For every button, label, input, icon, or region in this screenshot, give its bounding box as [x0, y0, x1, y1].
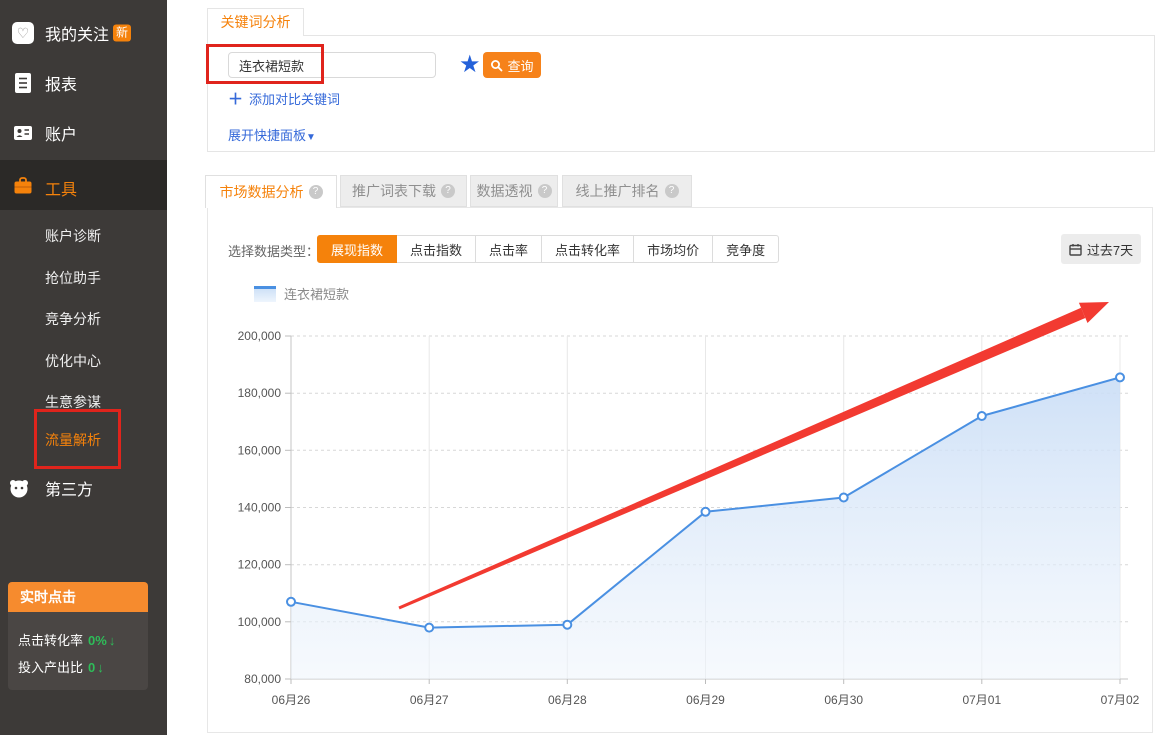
y-axis-label: 100,000 — [238, 615, 282, 629]
data-point — [978, 412, 986, 420]
data-type-ctr[interactable]: 点击率 — [475, 235, 542, 263]
tab-online-promo-ranking[interactable]: 线上推广排名? — [562, 175, 692, 207]
y-axis-label: 180,000 — [238, 386, 282, 400]
data-point — [425, 624, 433, 632]
tab-label: 数据透视 — [477, 181, 533, 201]
calendar-icon — [1069, 243, 1082, 256]
x-axis-label: 06月30 — [824, 693, 863, 707]
sidebar-subitem-rank-assistant[interactable]: 抢位助手 — [45, 268, 101, 288]
data-type-label: 选择数据类型： — [228, 241, 319, 260]
briefcase-icon — [12, 174, 34, 196]
help-icon[interactable]: ? — [538, 184, 552, 198]
sidebar-item-label: 报表 — [45, 71, 77, 95]
trend-arrow-head — [1079, 302, 1109, 323]
y-axis-label: 80,000 — [244, 672, 281, 686]
realtime-panel-title: 实时点击 — [8, 582, 148, 612]
metric-value: 0% — [88, 633, 107, 648]
data-point — [840, 494, 848, 502]
report-icon — [12, 72, 34, 94]
sidebar-item-my-follow[interactable]: ♡ 我的关注 新 — [0, 18, 167, 48]
help-icon[interactable]: ? — [441, 184, 455, 198]
data-point — [563, 621, 571, 629]
x-axis-label: 07月01 — [962, 693, 1001, 707]
tab-label: 推广词表下载 — [352, 181, 436, 201]
tab-market-data-analysis[interactable]: 市场数据分析? — [205, 175, 337, 208]
date-range-button[interactable]: 过去7天 — [1061, 234, 1141, 264]
realtime-row-roi: 投入产出比 0↓ — [18, 657, 138, 676]
help-icon[interactable]: ? — [309, 185, 323, 199]
tab-label: 市场数据分析 — [220, 182, 304, 202]
data-type-click-index[interactable]: 点击指数 — [396, 235, 476, 263]
y-axis-label: 160,000 — [238, 443, 282, 457]
caret-down-icon: ▼ — [306, 132, 316, 143]
sidebar-item-label: 第三方 — [45, 476, 93, 500]
x-axis-label: 06月29 — [686, 693, 725, 707]
x-axis-label: 06月26 — [272, 693, 311, 707]
sidebar-item-label: 我的关注 — [45, 21, 109, 45]
metric-label: 投入产出比 — [18, 660, 83, 675]
metric-label: 点击转化率 — [18, 633, 83, 648]
search-icon — [490, 59, 503, 72]
sidebar-item-tools[interactable]: 工具 — [0, 160, 167, 210]
add-compare-keyword-link[interactable]: ＋ 添加对比关键词 — [228, 88, 340, 109]
plus-icon: ＋ — [228, 91, 243, 108]
tab-promo-wordlist-download[interactable]: 推广词表下载? — [340, 175, 467, 207]
tab-label: 线上推广排名 — [576, 181, 660, 201]
realtime-panel-body: 点击转化率0%↓ 投入产出比0↓ — [8, 612, 148, 690]
x-axis-label: 06月27 — [410, 693, 449, 707]
sidebar-subitem-traffic-analysis[interactable]: 流量解析 — [45, 430, 101, 450]
account-card-icon — [12, 122, 34, 144]
data-type-button-group: 展现指数 点击指数 点击率 点击转化率 市场均价 竞争度 — [317, 235, 779, 263]
data-type-market-avg-price[interactable]: 市场均价 — [633, 235, 713, 263]
favorite-star-icon[interactable]: ★ — [459, 50, 481, 79]
sidebar-item-third-party[interactable]: 第三方 — [0, 473, 167, 503]
realtime-click-panel: 实时点击 点击转化率0%↓ 投入产出比0↓ — [8, 582, 148, 690]
date-range-label: 过去7天 — [1087, 240, 1133, 259]
tab-keyword-analysis[interactable]: 关键词分析 — [207, 8, 304, 36]
new-badge: 新 — [113, 25, 131, 42]
expand-quick-panel-label: 展开快捷面板 — [228, 128, 306, 143]
x-axis-label: 07月02 — [1101, 693, 1140, 707]
third-party-icon — [8, 477, 30, 499]
trend-down-icon: ↓ — [109, 633, 116, 648]
data-point — [702, 508, 710, 516]
data-type-impression-index[interactable]: 展现指数 — [317, 235, 397, 263]
sidebar-subitem-account-diagnosis[interactable]: 账户诊断 — [45, 226, 101, 246]
y-axis-label: 140,000 — [238, 501, 282, 515]
sidebar-subitem-business-advisor[interactable]: 生意参谋 — [45, 392, 101, 412]
help-icon[interactable]: ? — [665, 184, 679, 198]
expand-quick-panel-link[interactable]: 展开快捷面板▼ — [228, 125, 316, 144]
tab-data-pivot[interactable]: 数据透视? — [470, 175, 558, 207]
query-button-label: 查询 — [507, 56, 533, 75]
trend-down-icon: ↓ — [97, 660, 104, 675]
data-type-conversion-rate[interactable]: 点击转化率 — [541, 235, 634, 263]
data-point — [1116, 373, 1124, 381]
data-point — [287, 598, 295, 606]
query-button[interactable]: 查询 — [483, 52, 541, 78]
sidebar: ♡ 我的关注 新 报表 账户 — [0, 0, 167, 735]
line-chart: 80,000 100,000 120,000 140,000 160,000 180,00… — [216, 294, 1151, 716]
sidebar-subitem-optimization-center[interactable]: 优化中心 — [45, 351, 101, 371]
sidebar-item-account[interactable]: 账户 — [0, 118, 167, 148]
sidebar-subitem-competition-analysis[interactable]: 竞争分析 — [45, 309, 101, 329]
heart-icon: ♡ — [12, 22, 34, 44]
x-axis-label: 06月28 — [548, 693, 587, 707]
y-axis-label: 200,000 — [238, 329, 282, 343]
keyword-input[interactable] — [228, 52, 436, 78]
data-type-competition[interactable]: 竞争度 — [712, 235, 779, 263]
market-data-panel: 选择数据类型： 展现指数 点击指数 点击率 点击转化率 市场均价 竞争度 过去7… — [207, 207, 1153, 733]
realtime-row-ctr: 点击转化率 0%↓ — [18, 630, 138, 649]
y-axis-label: 120,000 — [238, 558, 282, 572]
metric-value: 0 — [88, 660, 95, 675]
sidebar-item-label: 工具 — [45, 176, 77, 200]
add-compare-keyword-label: 添加对比关键词 — [249, 92, 340, 107]
sidebar-item-label: 账户 — [45, 121, 77, 145]
sidebar-item-reports[interactable]: 报表 — [0, 68, 167, 98]
